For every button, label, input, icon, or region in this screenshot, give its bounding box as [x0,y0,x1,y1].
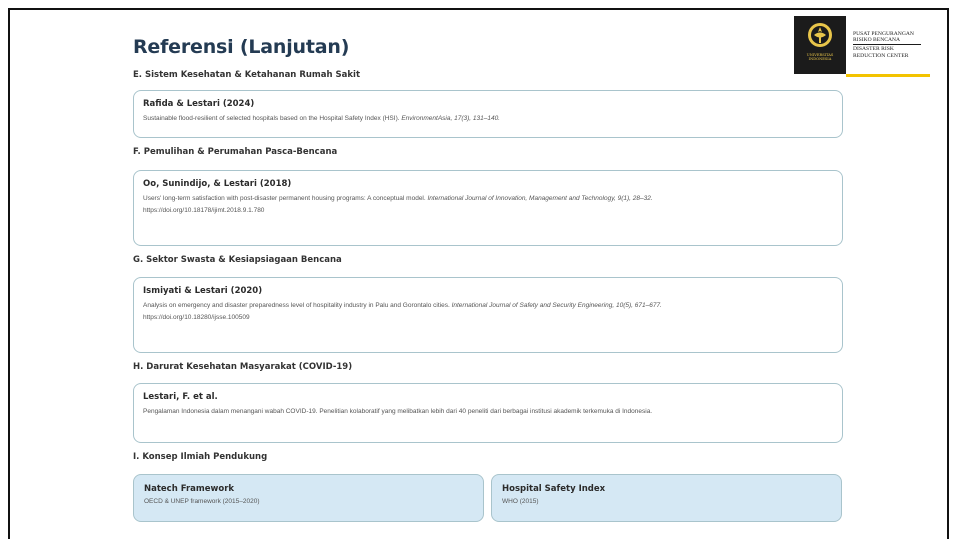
reference-author: Lestari, F. et al. [143,392,218,402]
reference-author: Ismiyati & Lestari (2020) [143,286,263,296]
center-name-line-4: REDUCTION CENTER [853,52,909,59]
makara-seal-icon [808,23,832,47]
reference-card-h: Lestari, F. et al. Pengalaman Indonesia … [133,383,843,443]
concept-card-natech: Natech Framework OECD & UNEP framework (… [133,474,484,522]
concept-title: Natech Framework [144,484,235,494]
reference-card-f: Oo, Sunindijo, & Lestari (2018) Users' l… [133,170,843,246]
section-heading-e: E. Sistem Kesehatan & Ketahanan Rumah Sa… [133,70,361,80]
logo-university-text: UNIVERSITAS INDONESIA [806,53,834,62]
reference-doi: https://doi.org/10.18280/ijsse.100509 [143,314,250,321]
reference-doi: https://doi.org/10.18178/ijimt.2018.9.1.… [143,207,265,214]
reference-card-g: Ismiyati & Lestari (2020) Analysis on em… [133,277,843,353]
concept-subtitle: WHO (2015) [502,498,539,505]
section-heading-g: G. Sektor Swasta & Kesiapsiagaan Bencana [133,255,342,265]
page-title: Referensi (Lanjutan) [133,36,350,58]
reference-text: Users' long-term satisfaction with post-… [143,195,653,202]
logo-gold-underline [846,74,930,77]
reference-author: Rafida & Lestari (2024) [143,99,255,109]
center-name-line-2: RISIKO BENCANA [853,37,901,44]
reference-card-e: Rafida & Lestari (2024) Sustainable floo… [133,90,843,138]
center-name-divider [853,44,921,46]
concept-title: Hospital Safety Index [502,484,606,494]
section-heading-f: F. Pemulihan & Perumahan Pasca-Bencana [133,147,338,157]
center-name: PUSAT PENGURANGAN RISIKO BENCANA DISASTE… [853,31,949,59]
reference-text: Sustainable flood-resilient of selected … [143,115,500,122]
concept-subtitle: OECD & UNEP framework (2015–2020) [144,498,260,505]
reference-text: Analysis on emergency and disaster prepa… [143,302,662,309]
section-heading-h: H. Darurat Kesehatan Masyarakat (COVID-1… [133,362,353,372]
reference-text: Pengalaman Indonesia dalam menangani wab… [143,408,653,415]
section-heading-i: I. Konsep Ilmiah Pendukung [133,452,268,462]
university-logo: UNIVERSITAS INDONESIA [794,16,846,74]
reference-author: Oo, Sunindijo, & Lestari (2018) [143,179,292,189]
concept-card-hsi: Hospital Safety Index WHO (2015) [491,474,842,522]
